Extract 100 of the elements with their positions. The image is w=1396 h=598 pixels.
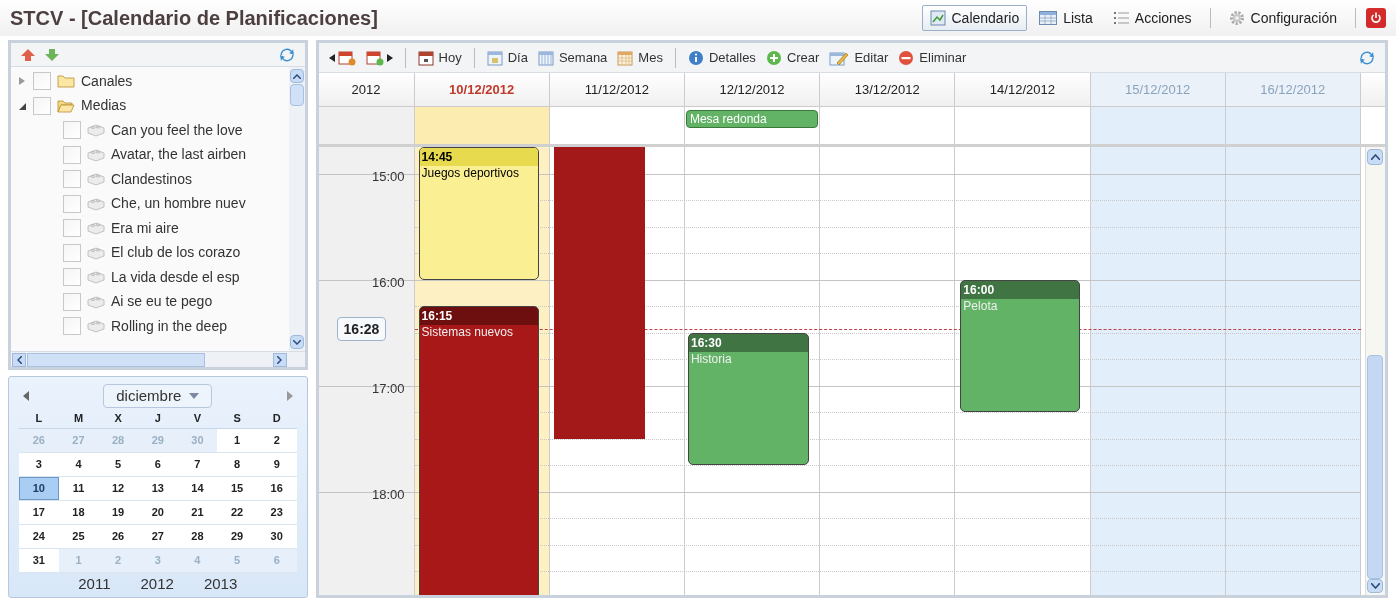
toolbar-button[interactable]: Semana (537, 47, 608, 68)
tree-item-label[interactable]: Era mi aire (111, 217, 179, 239)
year-link[interactable]: 2012 (140, 572, 174, 596)
horizontal-scrollbar[interactable] (11, 351, 305, 367)
calendar-day[interactable]: 31 (19, 549, 59, 572)
vertical-scrollbar[interactable] (288, 67, 305, 351)
tree-item-label[interactable]: Che, un hombre nuev (111, 193, 246, 215)
checkbox[interactable] (63, 317, 81, 336)
refresh-icon[interactable] (278, 46, 295, 63)
calendar-day[interactable]: 16 (256, 477, 297, 500)
date-header[interactable]: 14/12/2012 (955, 73, 1091, 106)
calendar-day[interactable]: 17 (19, 501, 59, 524)
scroll-thumb[interactable] (289, 84, 304, 106)
scroll-up-icon[interactable] (1370, 154, 1380, 160)
tree-item-label[interactable]: Can you feel the love (111, 119, 243, 141)
month-dropdown[interactable]: diciembre (103, 384, 213, 408)
nav-tab[interactable]: Lista (1031, 5, 1101, 31)
checkbox[interactable] (63, 292, 81, 311)
calendar-day[interactable]: 15 (217, 477, 257, 500)
scroll-thumb[interactable] (27, 352, 205, 367)
date-header[interactable]: 11/12/2012 (549, 73, 685, 106)
calendar-day[interactable]: 6 (137, 453, 178, 476)
tree-item-label[interactable]: Ai se eu te pego (111, 291, 213, 313)
checkbox[interactable] (63, 268, 81, 287)
nav-tab[interactable]: Acciones (1104, 5, 1200, 31)
scroll-up-icon[interactable] (292, 73, 301, 79)
nav-tab[interactable]: Configuración (1220, 5, 1345, 31)
calendar-day[interactable]: 3 (19, 453, 59, 476)
calendar-day[interactable]: 10 (19, 477, 59, 500)
calendar-day[interactable]: 26 (98, 525, 138, 548)
move-down-icon[interactable] (45, 48, 59, 61)
calendar-day[interactable]: 12 (98, 477, 138, 500)
tree-item-label[interactable]: Canales (81, 70, 133, 92)
checkbox[interactable] (63, 170, 81, 189)
toolbar-button[interactable]: Día (486, 47, 528, 68)
toolbar-button[interactable]: Hoy (417, 47, 462, 68)
refresh-icon[interactable] (1359, 49, 1375, 66)
calendar-day[interactable]: 28 (177, 525, 218, 548)
toolbar-button[interactable]: Mes (617, 47, 663, 68)
calendar-day[interactable]: 27 (137, 525, 178, 548)
collapse-icon[interactable] (18, 101, 26, 110)
calendar-day[interactable]: 4 (58, 453, 99, 476)
tree-item-label[interactable]: Medias (81, 95, 127, 117)
power-button[interactable] (1366, 8, 1386, 28)
calendar-day[interactable]: 9 (256, 453, 297, 476)
checkbox[interactable] (33, 72, 51, 91)
calendar-day[interactable]: 30 (256, 525, 297, 548)
toolbar-button[interactable]: Detalles (687, 47, 756, 68)
tree-item-label[interactable]: Avatar, the last airben (111, 144, 247, 166)
event-block[interactable]: 14:45 Juegos deportivos (418, 147, 539, 280)
calendar-day[interactable]: 5 (98, 453, 138, 476)
tree-item-label[interactable]: La vida desde el esp (111, 266, 240, 288)
calendar-day[interactable]: 23 (256, 501, 297, 524)
scroll-down-icon[interactable] (292, 339, 301, 345)
toolbar-button[interactable]: Editar (829, 47, 889, 68)
date-header[interactable]: 13/12/2012 (820, 73, 956, 106)
scroll-down-icon[interactable] (1370, 583, 1380, 589)
tree-item-label[interactable]: Clandestinos (111, 168, 192, 190)
checkbox[interactable] (63, 194, 81, 213)
calendar-day[interactable]: 18 (58, 501, 99, 524)
calendar-day[interactable]: 8 (217, 453, 257, 476)
calendar-day[interactable]: 22 (217, 501, 257, 524)
checkbox[interactable] (63, 243, 81, 262)
year-link[interactable]: 2011 (78, 572, 111, 596)
checkbox[interactable] (63, 145, 81, 164)
calendar-day[interactable]: 2 (256, 429, 297, 452)
calendar-day[interactable]: 14 (177, 477, 218, 500)
calendar-day[interactable]: 11 (58, 477, 99, 500)
previous-week-button[interactable] (328, 49, 356, 66)
previous-month-icon[interactable] (23, 391, 29, 401)
date-header[interactable]: 12/12/2012 (684, 73, 821, 106)
calendar-day[interactable]: 20 (137, 501, 178, 524)
next-month-icon[interactable] (286, 391, 293, 401)
checkbox[interactable] (33, 96, 51, 115)
tree-item-label[interactable]: Rolling in the deep (111, 315, 227, 337)
calendar-day[interactable]: 1 (217, 429, 257, 452)
event-block[interactable]: 16:15 Sistemas nuevos (418, 306, 539, 595)
calendar-day[interactable]: 25 (58, 525, 99, 548)
toolbar-button[interactable]: Crear (765, 47, 820, 68)
next-week-button[interactable] (365, 49, 393, 66)
scroll-left-icon[interactable] (16, 355, 22, 364)
event-block[interactable]: 16:00 Pelota (960, 279, 1081, 412)
calendar-day[interactable]: 7 (177, 453, 218, 476)
checkbox[interactable] (63, 121, 81, 140)
year-link[interactable]: 2013 (203, 572, 238, 596)
move-up-icon[interactable] (21, 48, 35, 61)
calendar-day[interactable]: 24 (19, 525, 59, 548)
vertical-scrollbar[interactable] (1364, 147, 1385, 595)
checkbox[interactable] (63, 219, 81, 238)
toolbar-button[interactable]: Eliminar (898, 47, 967, 68)
nav-tab[interactable]: Calendario (921, 5, 1028, 31)
date-header[interactable]: 10/12/2012 (414, 73, 550, 106)
event-block[interactable]: 16:30 Historia (687, 332, 809, 465)
calendar-day[interactable]: 29 (217, 525, 257, 548)
scroll-right-icon[interactable] (277, 355, 283, 364)
calendar-day[interactable]: 19 (98, 501, 138, 524)
tree-item-label[interactable]: El club de los corazo (111, 242, 241, 264)
calendar-day[interactable]: 13 (137, 477, 178, 500)
calendar-day[interactable]: 21 (177, 501, 218, 524)
expand-icon[interactable] (18, 77, 26, 86)
